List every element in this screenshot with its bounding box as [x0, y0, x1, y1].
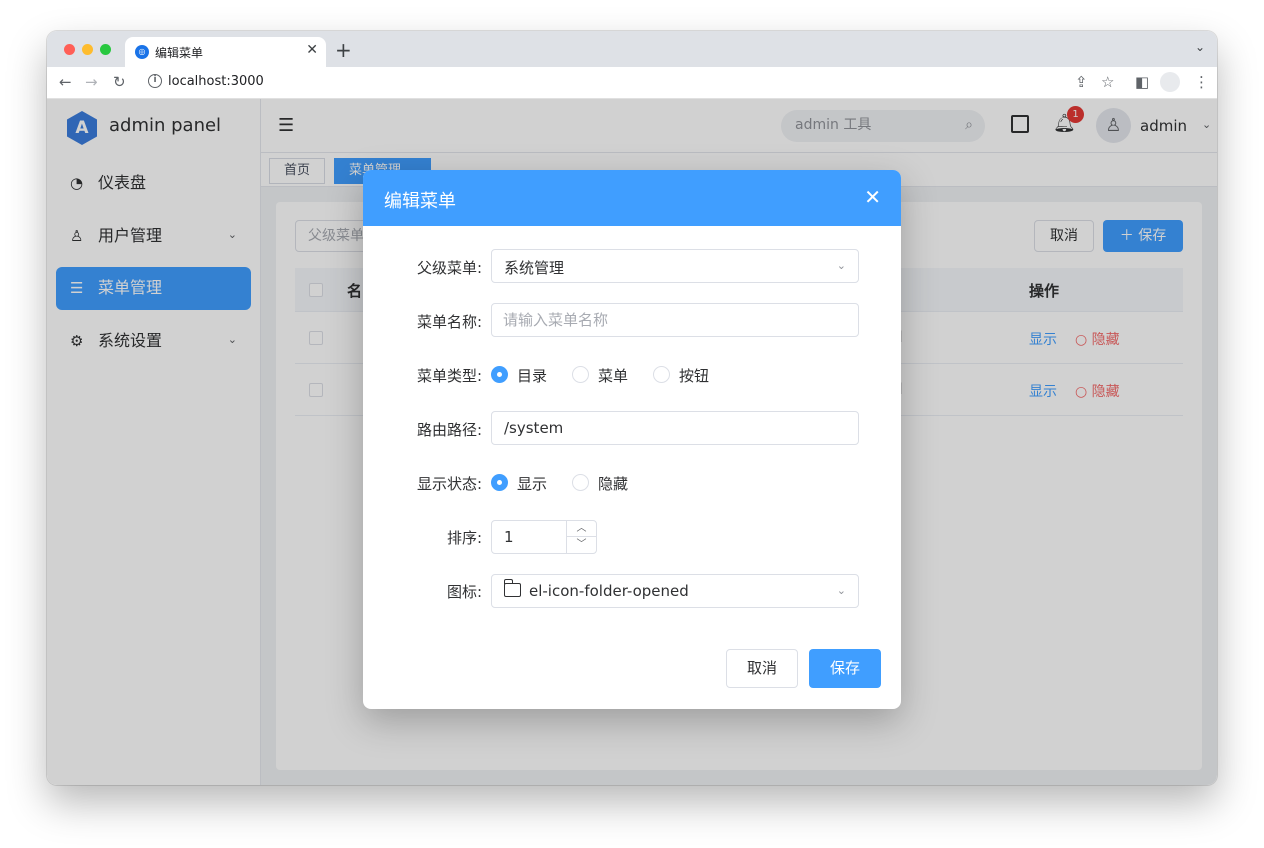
parent-menu-label: 父级菜单:	[416, 259, 482, 277]
tab-list-chevron-icon[interactable]: ⌄	[1195, 40, 1205, 54]
radio-label: 按钮	[679, 367, 710, 385]
order-value: 1	[504, 528, 514, 546]
radio-dot	[653, 366, 670, 383]
chevron-down-icon: ⌄	[836, 259, 846, 272]
tab-close-icon[interactable]: ✕	[306, 42, 318, 58]
maximize-window-button[interactable]	[100, 44, 111, 55]
dialog-save-button[interactable]: 保存	[809, 649, 881, 688]
favicon-icon: ◎	[135, 45, 149, 59]
decrement-icon[interactable]: ﹀	[567, 537, 596, 553]
folder-open-icon	[503, 579, 521, 597]
stepper-buttons: ︿ ﹀	[566, 521, 596, 553]
dialog-header: 编辑菜单 ✕	[363, 170, 901, 226]
order-stepper[interactable]: 1 ︿ ﹀	[491, 520, 597, 554]
profile-avatar-icon[interactable]	[1160, 72, 1180, 92]
close-icon[interactable]: ✕	[864, 185, 881, 209]
browser-tabbar: ◎ 编辑菜单 ✕ + ⌄	[47, 31, 1217, 67]
more-menu-icon[interactable]: ⋮	[1194, 73, 1209, 91]
radio-dot	[572, 366, 589, 383]
new-tab-icon[interactable]: +	[335, 38, 352, 62]
icon-label: 图标:	[446, 583, 482, 601]
forward-icon[interactable]: →	[85, 73, 98, 91]
bookmark-star-icon[interactable]: ☆	[1101, 73, 1114, 91]
icon-value: el-icon-folder-opened	[529, 582, 689, 600]
radio-label: 显示	[517, 475, 548, 493]
menu-name-field-wrap	[491, 303, 859, 337]
close-window-button[interactable]	[64, 44, 75, 55]
site-info-icon[interactable]: i	[148, 74, 162, 88]
increment-icon[interactable]: ︿	[567, 521, 596, 537]
radio-label: 隐藏	[598, 475, 629, 493]
dialog-title: 编辑菜单	[384, 191, 456, 212]
radio-label: 目录	[517, 367, 548, 385]
parent-menu-value: 系统管理	[504, 259, 565, 277]
chevron-down-icon: ⌄	[836, 584, 846, 597]
route-path-field[interactable]: /system	[491, 411, 859, 445]
route-path-label: 路由路径:	[416, 421, 482, 439]
minimize-window-button[interactable]	[82, 44, 93, 55]
address-bar[interactable]: localhost:3000	[168, 74, 264, 89]
radio-label: 菜单	[598, 367, 629, 385]
browser-tab[interactable]: ◎ 编辑菜单 ✕	[125, 37, 326, 67]
edit-menu-dialog: 编辑菜单 ✕ 父级菜单: 系统管理 ⌄ 菜单名称: 菜单类型: 目录 菜单 按钮…	[363, 170, 901, 709]
radio-dot	[491, 474, 508, 491]
icon-select[interactable]: el-icon-folder-opened ⌄	[491, 574, 859, 608]
radio-dot	[572, 474, 589, 491]
browser-toolbar: ← → ↻ i localhost:3000 ⇪ ☆ ◧ ⋮	[47, 67, 1217, 99]
route-path-value: /system	[504, 419, 564, 437]
radio-dot	[491, 366, 508, 383]
menu-name-label: 菜单名称:	[416, 313, 482, 331]
back-icon[interactable]: ←	[59, 73, 72, 91]
side-panel-icon[interactable]: ◧	[1135, 73, 1149, 91]
tab-title: 编辑菜单	[155, 46, 204, 60]
reload-icon[interactable]: ↻	[113, 73, 126, 91]
share-icon[interactable]: ⇪	[1075, 73, 1088, 91]
parent-menu-select[interactable]: 系统管理 ⌄	[491, 249, 859, 283]
order-label: 排序:	[446, 529, 482, 547]
display-status-label: 显示状态:	[416, 475, 482, 493]
menu-type-label: 菜单类型:	[416, 367, 482, 385]
dialog-cancel-button[interactable]: 取消	[726, 649, 798, 688]
menu-name-input[interactable]	[503, 304, 833, 336]
